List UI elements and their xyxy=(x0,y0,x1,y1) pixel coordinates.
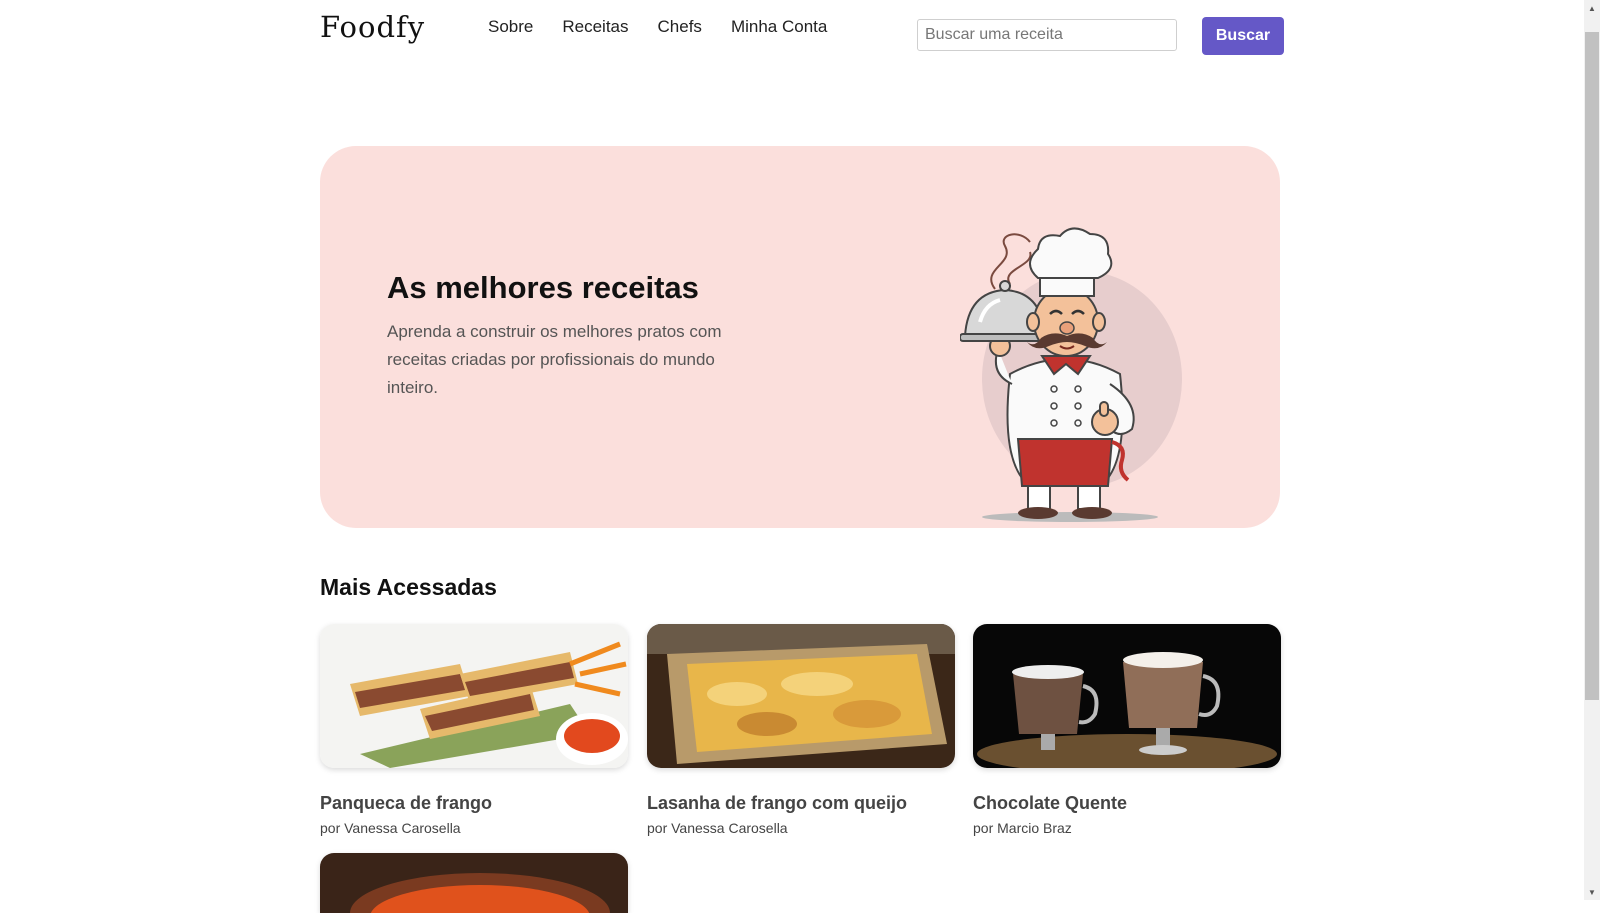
nav-link-chefs[interactable]: Chefs xyxy=(658,17,702,37)
recipe-image-partial[interactable] xyxy=(320,853,628,913)
search-button[interactable]: Buscar xyxy=(1202,17,1284,55)
recipe-author: por Vanessa Carosella xyxy=(647,820,788,836)
logo[interactable]: Foodfy xyxy=(320,10,425,44)
recipe-card[interactable]: Chocolate Quente por Marcio Braz xyxy=(973,624,1281,836)
nav-link-sobre[interactable]: Sobre xyxy=(488,17,533,37)
main-nav: Sobre Receitas Chefs Minha Conta xyxy=(488,17,827,37)
recipe-author: por Marcio Braz xyxy=(973,820,1072,836)
scrollbar-thumb[interactable] xyxy=(1585,32,1599,700)
nav-link-receitas[interactable]: Receitas xyxy=(562,17,628,37)
recipe-image-panqueca[interactable] xyxy=(320,624,628,768)
section-title: Mais Acessadas xyxy=(320,574,497,600)
recipe-title[interactable]: Lasanha de frango com queijo xyxy=(647,793,955,814)
recipe-card[interactable] xyxy=(320,853,628,913)
search-input[interactable] xyxy=(917,19,1177,51)
nav-link-minha-conta[interactable]: Minha Conta xyxy=(731,17,827,37)
recipe-image-chocolate[interactable] xyxy=(973,624,1281,768)
hero-banner: As melhores receitas Aprenda a construir… xyxy=(320,146,1280,528)
recipe-card[interactable]: Lasanha de frango com queijo por Vanessa… xyxy=(647,624,955,836)
chef-illustration xyxy=(960,227,1182,522)
recipe-author: por Vanessa Carosella xyxy=(320,820,461,836)
scroll-down-icon[interactable]: ▼ xyxy=(1584,884,1600,900)
hero-description: Aprenda a construir os melhores pratos c… xyxy=(387,322,722,397)
scroll-up-icon[interactable]: ▲ xyxy=(1584,0,1600,16)
recipe-card[interactable]: Panqueca de frango por Vanessa Carosella xyxy=(320,624,628,836)
recipe-image-lasanha[interactable] xyxy=(647,624,955,768)
recipe-title[interactable]: Panqueca de frango xyxy=(320,793,628,814)
recipe-title[interactable]: Chocolate Quente xyxy=(973,793,1281,814)
hero-title: As melhores receitas xyxy=(387,270,699,305)
